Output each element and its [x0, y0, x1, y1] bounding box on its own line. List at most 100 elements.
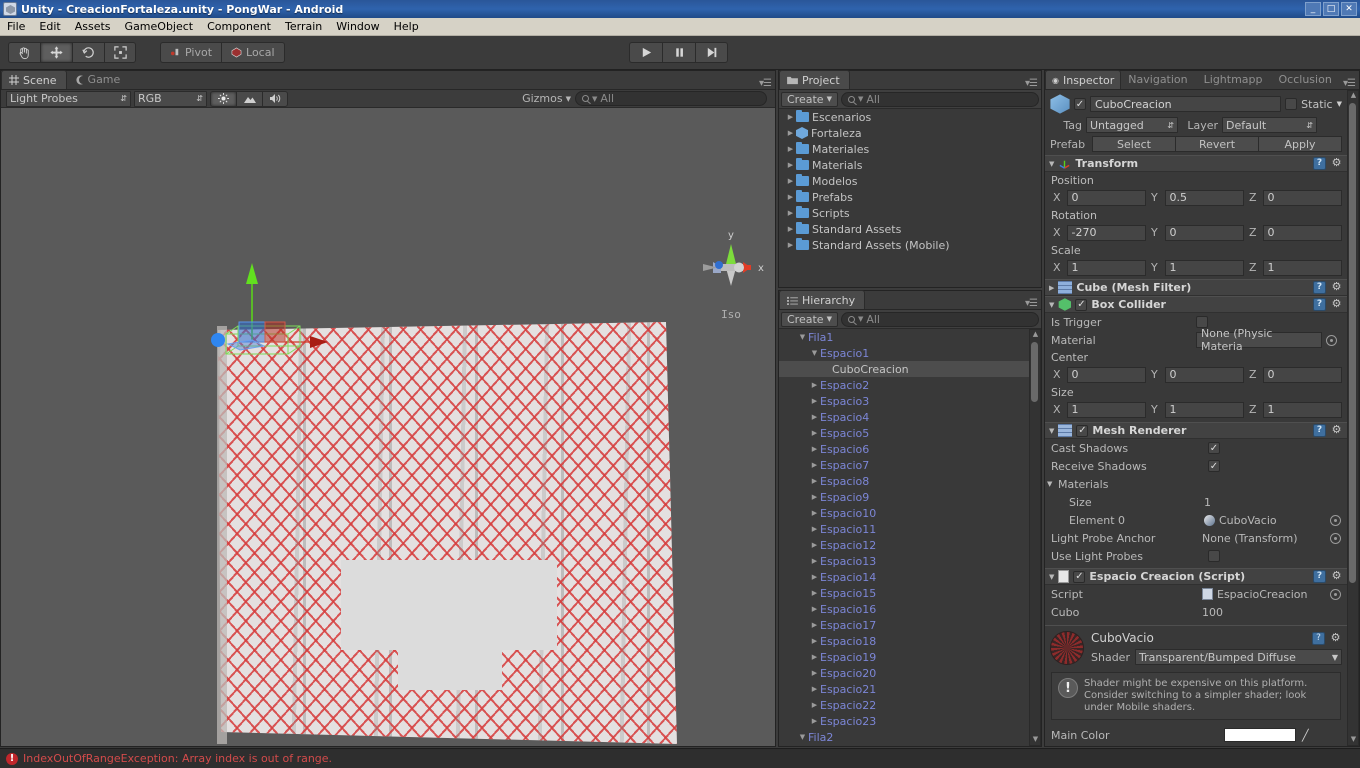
hierarchy-item[interactable]: ▶ Espacio13 [779, 553, 1029, 569]
gear-icon[interactable]: ⚙ [1330, 570, 1343, 583]
hierarchy-item[interactable]: ▶ Espacio22 [779, 697, 1029, 713]
receive-shadows-checkbox[interactable]: ✓ [1208, 460, 1220, 472]
mesh-renderer-component-header[interactable]: ▼ ✓ Mesh Renderer ? ⚙ [1045, 422, 1347, 439]
close-button[interactable]: ✕ [1341, 2, 1357, 16]
hierarchy-item[interactable]: ▶ Espacio12 [779, 537, 1029, 553]
gear-icon[interactable]: ⚙ [1329, 631, 1342, 645]
chevron-right-icon[interactable]: ▶ [809, 461, 820, 469]
help-icon[interactable]: ? [1313, 570, 1326, 583]
object-name-input[interactable]: CuboCreacion [1090, 96, 1282, 112]
hierarchy-item[interactable]: ▶ Espacio18 [779, 633, 1029, 649]
chevron-right-icon[interactable]: ▶ [809, 637, 820, 645]
chevron-right-icon[interactable]: ▶ [809, 397, 820, 405]
inspector-scroll-thumb[interactable] [1349, 103, 1356, 583]
tab-occlusion[interactable]: Occlusion [1272, 70, 1341, 89]
main-color-swatch[interactable] [1224, 728, 1296, 742]
scroll-down-arrow-icon[interactable]: ▼ [1349, 735, 1358, 745]
chevron-right-icon[interactable]: ▶ [809, 685, 820, 693]
transform-component-header[interactable]: ▼ Transform ? ⚙ [1045, 155, 1347, 172]
scale-z-input[interactable]: 1 [1262, 259, 1342, 276]
menu-item-window[interactable]: Window [329, 19, 386, 34]
hierarchy-item[interactable]: ▼ Fila1 [779, 329, 1029, 345]
hierarchy-item[interactable]: ▶ Espacio20 [779, 665, 1029, 681]
hierarchy-item[interactable]: ▶ Espacio11 [779, 521, 1029, 537]
script-value[interactable]: EspacioCreacion [1217, 588, 1308, 601]
collider-material-objectfield[interactable]: None (Physic Materia [1196, 327, 1322, 353]
hierarchy-item[interactable]: ▶ Espacio17 [779, 617, 1029, 633]
chevron-down-icon[interactable]: ▼ [1049, 427, 1054, 435]
help-icon[interactable]: ? [1313, 157, 1326, 170]
chevron-down-icon[interactable]: ▼ [1049, 573, 1054, 581]
chevron-right-icon[interactable]: ▶ [809, 429, 820, 437]
hierarchy-item[interactable]: ▶ Espacio9 [779, 489, 1029, 505]
hierarchy-item[interactable]: ▶ Espacio3 [779, 393, 1029, 409]
cast-shadows-checkbox[interactable]: ✓ [1208, 442, 1220, 454]
layer-dropdown[interactable]: Default ⇵ [1222, 117, 1317, 133]
prefab-apply-button[interactable]: Apply [1259, 136, 1342, 152]
chevron-right-icon[interactable]: ▶ [785, 225, 796, 233]
script-component-header[interactable]: ▼ ✓ Espacio Creacion (Script) ? ⚙ [1045, 568, 1347, 585]
menu-item-help[interactable]: Help [387, 19, 426, 34]
chevron-right-icon[interactable]: ▶ [809, 525, 820, 533]
chevron-right-icon[interactable]: ▶ [809, 509, 820, 517]
help-icon[interactable]: ? [1312, 631, 1325, 645]
hierarchy-item[interactable]: ▶ Espacio15 [779, 585, 1029, 601]
collider-size-z-input[interactable]: 1 [1262, 401, 1342, 418]
tab-project[interactable]: Project [779, 70, 850, 89]
menu-item-assets[interactable]: Assets [68, 19, 118, 34]
scale-x-input[interactable]: 1 [1066, 259, 1146, 276]
static-chevron-down-icon[interactable]: ▼ [1337, 100, 1342, 108]
project-item-materials[interactable]: ▶ Materials [779, 157, 1041, 173]
object-picker-icon[interactable] [1330, 532, 1341, 544]
materials-element0-value[interactable]: CuboVacio [1219, 514, 1277, 527]
tab-navigation[interactable]: Navigation [1121, 70, 1196, 89]
light-toggle-button[interactable] [210, 90, 236, 107]
hierarchy-item-selected[interactable]: CuboCreacion [779, 361, 1029, 377]
gear-icon[interactable]: ⚙ [1330, 298, 1343, 311]
materials-size-value[interactable]: 1 [1204, 496, 1211, 509]
menu-item-terrain[interactable]: Terrain [278, 19, 329, 34]
scale-y-input[interactable]: 1 [1164, 259, 1244, 276]
chevron-right-icon[interactable]: ▶ [809, 669, 820, 677]
audio-toggle-button[interactable] [262, 90, 288, 107]
rotation-x-input[interactable]: -270 [1066, 224, 1146, 241]
chevron-right-icon[interactable]: ▶ [809, 605, 820, 613]
scroll-down-arrow-icon[interactable]: ▼ [1031, 735, 1040, 745]
help-icon[interactable]: ? [1313, 298, 1326, 311]
hierarchy-item[interactable]: ▶ Espacio7 [779, 457, 1029, 473]
hierarchy-item[interactable]: ▶ Espacio19 [779, 649, 1029, 665]
local-toggle-button[interactable]: Local [221, 42, 285, 63]
menu-item-component[interactable]: Component [200, 19, 278, 34]
chevron-right-icon[interactable]: ▶ [809, 381, 820, 389]
hierarchy-item[interactable]: ▼ Espacio1 [779, 345, 1029, 361]
chevron-right-icon[interactable]: ▶ [785, 113, 796, 121]
gear-icon[interactable]: ⚙ [1330, 424, 1343, 437]
maximize-button[interactable]: □ [1323, 2, 1339, 16]
gear-icon[interactable]: ⚙ [1330, 157, 1343, 170]
tab-inspector[interactable]: ◉ Inspector [1045, 70, 1122, 89]
chevron-right-icon[interactable]: ▶ [785, 193, 796, 201]
project-item-modelos[interactable]: ▶ Modelos [779, 173, 1041, 189]
step-button[interactable] [695, 42, 728, 63]
object-picker-icon[interactable] [1330, 588, 1341, 600]
project-item-prefabs[interactable]: ▶ Prefabs [779, 189, 1041, 205]
position-y-input[interactable]: 0.5 [1164, 189, 1244, 206]
object-enabled-checkbox[interactable]: ✓ [1074, 98, 1086, 110]
rotate-tool-button[interactable] [72, 42, 104, 63]
hierarchy-item[interactable]: ▶ Espacio6 [779, 441, 1029, 457]
chevron-down-icon[interactable]: ▼ [1049, 301, 1054, 309]
rotation-z-input[interactable]: 0 [1262, 224, 1342, 241]
chevron-right-icon[interactable]: ▶ [809, 589, 820, 597]
menu-item-edit[interactable]: Edit [32, 19, 67, 34]
chevron-right-icon[interactable]: ▶ [809, 477, 820, 485]
hierarchy-item[interactable]: ▶ Espacio16 [779, 601, 1029, 617]
tab-hierarchy[interactable]: Hierarchy [779, 290, 866, 309]
minimize-button[interactable]: _ [1305, 2, 1321, 16]
project-search-input[interactable]: ▼ All [840, 91, 1039, 107]
position-x-input[interactable]: 0 [1066, 189, 1146, 206]
play-button[interactable] [629, 42, 662, 63]
gear-icon[interactable]: ⚙ [1330, 281, 1343, 294]
tab-game[interactable]: Game [67, 70, 130, 89]
hierarchy-item[interactable]: ▶ Espacio5 [779, 425, 1029, 441]
chevron-right-icon[interactable]: ▶ [1049, 284, 1054, 292]
